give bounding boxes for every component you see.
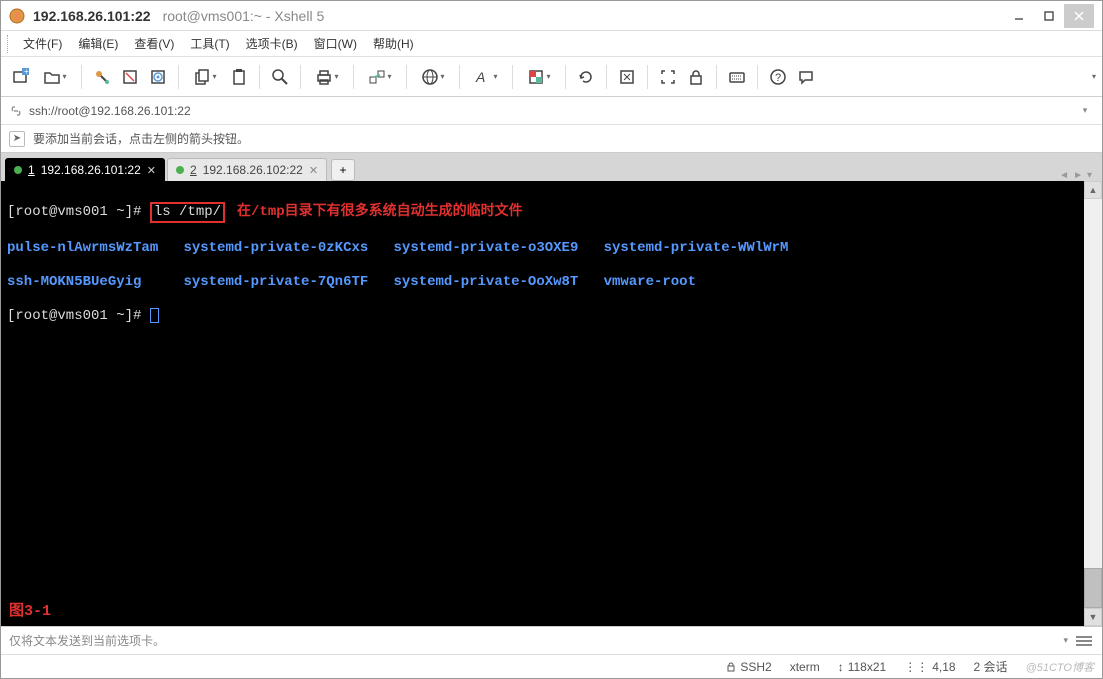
properties-icon[interactable]	[144, 63, 172, 91]
menu-file[interactable]: 文件(F)	[15, 31, 70, 56]
dir-entry: systemd-private-0zKCxs	[183, 240, 368, 256]
session-tab-2[interactable]: 2 192.168.26.102:22 ✕	[167, 158, 327, 181]
scroll-thumb[interactable]	[1084, 568, 1102, 608]
terminal[interactable]: [root@vms001 ~]# ls /tmp/在/tmp目录下有很多系统自动…	[1, 181, 1084, 626]
minimize-button[interactable]	[1004, 4, 1034, 28]
address-bar[interactable]: ssh://root@192.168.26.101:22 ▾	[1, 97, 1102, 125]
status-proto: SSH2	[726, 660, 771, 674]
copy-icon[interactable]: ▾	[185, 63, 225, 91]
title-text: root@vms001:~ - Xshell 5	[163, 8, 325, 24]
toolbar: + ▾ ▾ ▾ ▾ ▾ A▾ ▾ ? ▾	[1, 57, 1102, 97]
dir-entry: pulse-nlAwrmsWzTam	[7, 240, 158, 256]
dir-entry: systemd-private-WWlWrM	[604, 240, 789, 256]
close-button[interactable]	[1064, 4, 1094, 28]
tab-label: 192.168.26.102:22	[203, 163, 303, 177]
cursor-pos-icon: ⋮⋮	[904, 660, 928, 674]
tab-next-icon[interactable]: ►	[1073, 170, 1083, 181]
tab-number: 1	[28, 163, 35, 177]
disconnect-icon[interactable]	[116, 63, 144, 91]
status-termtype: xterm	[790, 660, 820, 674]
status-dot-icon	[14, 166, 22, 174]
command-highlight: ls /tmp/	[150, 202, 225, 223]
font-icon[interactable]: A▾	[466, 63, 506, 91]
svg-text:?: ?	[775, 72, 781, 84]
scroll-track[interactable]	[1084, 199, 1102, 608]
tab-strip: 1 192.168.26.101:22 ✕ 2 192.168.26.102:2…	[1, 153, 1102, 181]
status-cursor: ⋮⋮ 4,18	[904, 660, 955, 674]
lock-small-icon	[726, 662, 736, 672]
status-dot-icon	[176, 166, 184, 174]
new-session-icon[interactable]: +	[7, 63, 35, 91]
tab-close-icon[interactable]: ✕	[147, 164, 156, 177]
open-session-icon[interactable]: ▾	[35, 63, 75, 91]
app-icon	[9, 8, 25, 24]
menu-edit[interactable]: 编辑(E)	[70, 31, 126, 56]
svg-text:+: +	[24, 68, 29, 76]
terminal-scrollbar[interactable]: ▲ ▼	[1084, 181, 1102, 626]
encoding-icon[interactable]: ▾	[413, 63, 453, 91]
address-text: ssh://root@192.168.26.101:22	[29, 104, 191, 118]
tab-nav: ◄ ► ▾	[1059, 170, 1098, 181]
status-bar: SSH2 xterm ↕ 118x21 ⋮⋮ 4,18 2 会话 @51CTO博…	[1, 654, 1102, 678]
lock-icon[interactable]	[682, 63, 710, 91]
title-host: 192.168.26.101:22	[33, 8, 151, 24]
menu-tools[interactable]: 工具(T)	[182, 31, 237, 56]
tab-label: 192.168.26.101:22	[41, 163, 141, 177]
size-icon: ↕	[838, 660, 844, 674]
find-icon[interactable]	[266, 63, 294, 91]
chat-icon[interactable]	[792, 63, 820, 91]
menubar: 文件(F) 编辑(E) 查看(V) 工具(T) 选项卡(B) 窗口(W) 帮助(…	[1, 31, 1102, 57]
compose-placeholder: 仅将文本发送到当前选项卡。	[9, 632, 165, 649]
print-icon[interactable]: ▾	[307, 63, 347, 91]
dir-entry: systemd-private-o3OXE9	[394, 240, 579, 256]
scroll-down-icon[interactable]: ▼	[1084, 608, 1102, 626]
help-icon[interactable]: ?	[764, 63, 792, 91]
color-scheme-icon[interactable]: ▾	[519, 63, 559, 91]
prompt: [root@vms001 ~]#	[7, 308, 141, 324]
menu-window[interactable]: 窗口(W)	[306, 31, 365, 56]
terminal-container: [root@vms001 ~]# ls /tmp/在/tmp目录下有很多系统自动…	[1, 181, 1102, 626]
dir-entry: systemd-private-OoXw8T	[394, 274, 579, 290]
session-tab-1[interactable]: 1 192.168.26.101:22 ✕	[5, 158, 165, 181]
maximize-button[interactable]	[1034, 4, 1064, 28]
status-size: ↕ 118x21	[838, 660, 886, 674]
toolbar-overflow-icon[interactable]: ▾	[1092, 72, 1096, 81]
compose-dropdown-icon[interactable]: ▾	[1063, 635, 1068, 646]
info-text: 要添加当前会话，点击左侧的箭头按钮。	[33, 130, 249, 147]
add-session-arrow-button[interactable]: ➤	[9, 131, 25, 147]
tab-add-button[interactable]: +	[331, 159, 355, 181]
prompt: [root@vms001 ~]#	[7, 204, 141, 220]
tab-list-icon[interactable]: ▾	[1087, 170, 1092, 181]
menubar-grip[interactable]	[7, 35, 11, 53]
keyboard-icon[interactable]	[723, 63, 751, 91]
status-sessions: 2 会话	[974, 658, 1008, 675]
address-dropdown-icon[interactable]: ▾	[1076, 105, 1094, 116]
dir-entry: vmware-root	[604, 274, 696, 290]
paste-icon[interactable]	[225, 63, 253, 91]
dir-entry: systemd-private-7Qn6TF	[183, 274, 368, 290]
fullscreen-icon[interactable]	[654, 63, 682, 91]
clear-icon[interactable]	[613, 63, 641, 91]
svg-text:A: A	[475, 69, 485, 85]
connect-icon[interactable]	[88, 63, 116, 91]
menu-view[interactable]: 查看(V)	[126, 31, 182, 56]
tab-close-icon[interactable]: ✕	[309, 164, 318, 177]
dir-entry: ssh-MOKN5BUeGyig	[7, 274, 141, 290]
compose-bar[interactable]: 仅将文本发送到当前选项卡。 ▾	[1, 626, 1102, 654]
compose-handle-icon[interactable]	[1074, 636, 1094, 646]
info-bar: ➤ 要添加当前会话，点击左侧的箭头按钮。	[1, 125, 1102, 153]
link-icon	[9, 104, 23, 118]
annotation-text: 在/tmp目录下有很多系统自动生成的临时文件	[237, 204, 523, 220]
refresh-icon[interactable]	[572, 63, 600, 91]
tab-number: 2	[190, 163, 197, 177]
transfer-icon[interactable]: ▾	[360, 63, 400, 91]
menu-help[interactable]: 帮助(H)	[365, 31, 422, 56]
menu-tabs[interactable]: 选项卡(B)	[238, 31, 306, 56]
tab-prev-icon[interactable]: ◄	[1059, 170, 1069, 181]
scroll-up-icon[interactable]: ▲	[1084, 181, 1102, 199]
figure-label: 图3-1	[9, 603, 51, 620]
watermark: @51CTO博客	[1026, 659, 1094, 675]
cursor-icon	[150, 308, 159, 323]
window-titlebar: 192.168.26.101:22 root@vms001:~ - Xshell…	[1, 1, 1102, 31]
